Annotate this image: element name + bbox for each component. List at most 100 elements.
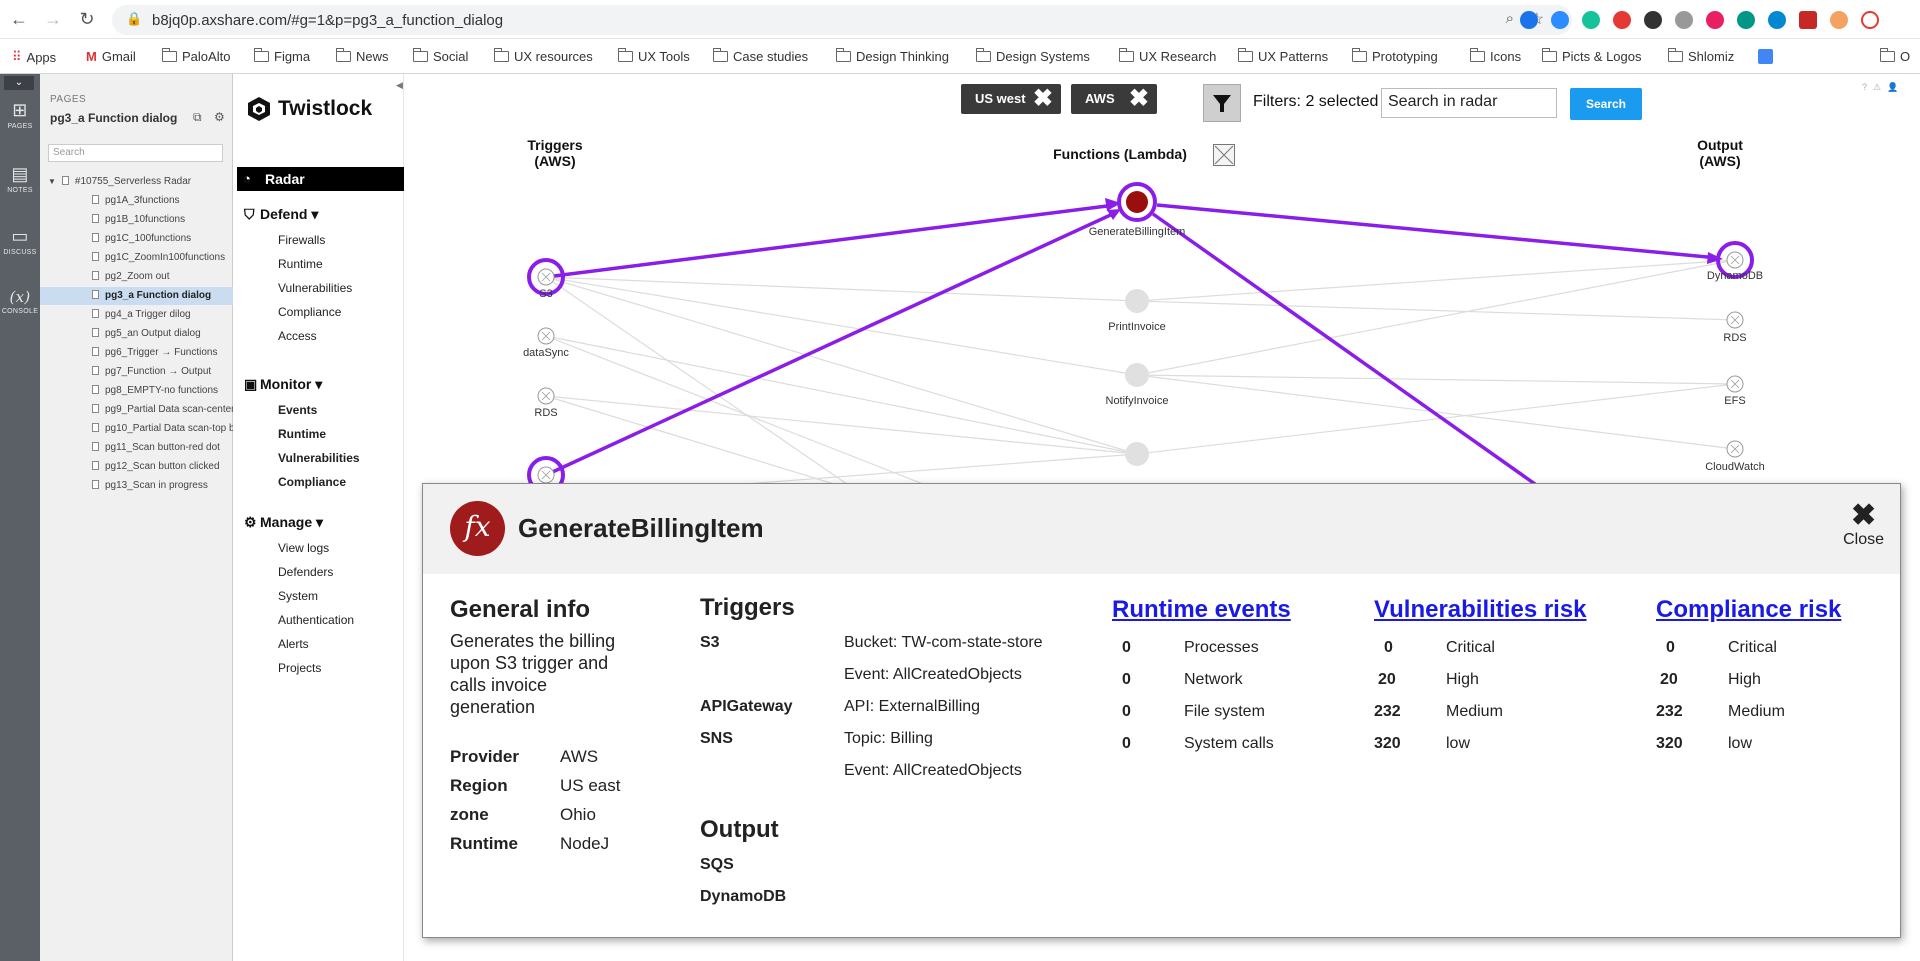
nav-defend[interactable]: ⛉ Defend ▾ [244,206,318,223]
bookmark-folder[interactable]: UX Research [1118,48,1216,64]
extension-icon[interactable] [1737,11,1755,29]
nav-monitor[interactable]: ▣ Monitor ▾ [244,376,322,393]
bookmark-folder[interactable]: UX Patterns [1237,48,1328,64]
rail-pages[interactable]: ⊞ PAGES [0,100,40,130]
zoom-icon[interactable]: ⌕ [1506,10,1514,27]
page-tree-item[interactable]: pg1C_100functions [40,230,233,248]
bookmark-folder[interactable]: News [335,48,389,64]
bookmark-folder[interactable]: O [1879,48,1910,64]
tree-root[interactable]: ▼ #10755_Serverless Radar [40,173,233,191]
bookmark-folder[interactable]: Icons [1469,48,1521,64]
page-tree-item[interactable]: pg10_Partial Data scan-top bar [40,420,233,438]
bookmark-folder[interactable]: Design Thinking [835,48,949,64]
nav-item[interactable]: Runtime [278,427,326,441]
rail-discuss[interactable]: ▭ DISCUSS [0,226,40,256]
bookmark-folder[interactable]: Figma [253,48,310,64]
filter-button[interactable] [1203,84,1241,122]
page-tree-item[interactable]: pg1C_ZoomIn100functions [40,249,233,267]
avatar-icon[interactable] [1830,11,1848,29]
runtime-events-link[interactable]: Runtime events [1112,596,1291,624]
extension-icon[interactable] [1706,11,1724,29]
grammarly-icon[interactable] [1582,11,1600,29]
nav-item[interactable]: Access [278,329,317,343]
page-tree-item[interactable]: pg3_a Function dialog [40,287,233,305]
forward-icon[interactable]: → [40,6,66,32]
filter-chip-region[interactable]: US west ✖ [961,84,1061,114]
nav-item[interactable]: Vulnerabilities [278,281,352,295]
nav-manage[interactable]: ⚙ Manage ▾ [244,514,323,531]
close-label[interactable]: Close [1843,531,1884,548]
collapse-icon[interactable]: ⌄ [4,76,34,90]
nav-item[interactable]: Firewalls [278,233,325,247]
open-external-icon[interactable]: ⧉ [193,110,202,125]
page-tree-item[interactable]: pg12_Scan button clicked [40,458,233,476]
nav-item[interactable]: Alerts [278,637,309,651]
close-icon[interactable]: ✖ [1843,501,1884,531]
pages-search-input[interactable]: Search [48,144,223,162]
filter-chip-provider[interactable]: AWS ✖ [1071,84,1157,114]
radar-search-button[interactable]: Search [1570,88,1642,120]
collapse-arrow-icon[interactable]: ◀ [396,80,403,91]
extension-icon[interactable] [1861,11,1879,29]
bookmark-folder[interactable]: Shlomiz [1667,48,1734,64]
bookmark-folder[interactable]: Design Systems [975,48,1090,64]
rail-notes[interactable]: ▤ NOTES [0,164,40,194]
nav-item[interactable]: System [278,589,318,603]
extension-icon[interactable] [1520,11,1538,29]
address-bar[interactable]: 🔒 b8jq0p.axshare.com/#g=1&p=pg3_a_functi… [112,5,1572,35]
page-tree-item[interactable]: pg13_Scan in progress [40,477,233,495]
bookmark-folder[interactable]: Prototyping [1351,48,1438,64]
settings-icon[interactable]: ⚙ [214,110,225,124]
bookmark-folder[interactable]: Social [412,48,468,64]
page-tree-item[interactable]: pg7_Function → Output [40,363,233,381]
node-notifyinvoice[interactable] [1125,363,1149,387]
extension-icon[interactable] [1644,11,1662,29]
page-tree-item[interactable]: pg8_EMPTY-no functions [40,382,233,400]
node-generatebillingitem[interactable] [1126,191,1148,213]
back-icon[interactable]: ← [6,6,32,32]
nav-item[interactable]: Authentication [278,613,354,627]
page-tree-item[interactable]: pg4_a Trigger dilog [40,306,233,324]
nav-item[interactable]: Runtime [278,257,323,271]
nav-item[interactable]: Vulnerabilities [278,451,360,465]
nav-radar[interactable]: ◔ Radar [237,167,404,191]
rail-console[interactable]: (x) CONSOLE [0,288,40,315]
twistlock-logo[interactable]: Twistlock [246,96,372,122]
radar-search-input[interactable]: Search in radar [1381,88,1557,118]
vulnerabilities-risk-link[interactable]: Vulnerabilities risk [1374,596,1587,624]
ublock-icon[interactable] [1799,11,1817,29]
close-button[interactable]: ✖ Close [1843,501,1884,549]
bookmark-apps[interactable]: ⠿ Apps [12,49,56,65]
close-icon[interactable]: ✖ [1129,84,1149,114]
nav-item[interactable]: Compliance [278,475,346,489]
page-tree-item[interactable]: pg5_an Output dialog [40,325,233,343]
toolbar-mini-icons[interactable]: ?⚠👤 [1862,82,1904,93]
page-tree-item[interactable]: pg1B_10functions [40,211,233,229]
page-tree-item[interactable]: pg6_Trigger → Functions [40,344,233,362]
node-function[interactable] [1125,442,1149,466]
nav-item[interactable]: View logs [278,541,329,555]
nav-item[interactable]: Projects [278,661,321,675]
extension-icon[interactable] [1768,11,1786,29]
bookmark-folder[interactable]: Picts & Logos [1541,48,1642,64]
bookmark-folder[interactable]: UX Tools [617,48,690,64]
page-tree-item[interactable]: pg2_Zoom out [40,268,233,286]
zoom-extension-icon[interactable] [1551,11,1569,29]
drive-icon[interactable] [1675,11,1693,29]
extension-icon[interactable] [1613,11,1631,29]
page-tree-item[interactable]: pg1A_3functions [40,192,233,210]
nav-item[interactable]: Compliance [278,305,341,319]
nav-item[interactable]: Events [278,403,317,417]
page-tree-item[interactable]: pg11_Scan button-red dot [40,439,233,457]
close-icon[interactable]: ✖ [1033,84,1053,114]
page-tree-item[interactable]: pg9_Partial Data scan-center dia [40,401,233,419]
nav-item[interactable]: Defenders [278,565,333,579]
reload-icon[interactable]: ↻ [74,6,100,32]
bookmark-folder[interactable]: PaloAlto [161,48,230,64]
translate-icon[interactable] [1758,49,1773,64]
node-printinvoice[interactable] [1125,289,1149,313]
bookmark-gmail[interactable]: M Gmail [86,49,136,64]
bookmark-folder[interactable]: Case studies [712,48,808,64]
compliance-risk-link[interactable]: Compliance risk [1656,596,1841,624]
bookmark-folder[interactable]: UX resources [493,48,593,64]
